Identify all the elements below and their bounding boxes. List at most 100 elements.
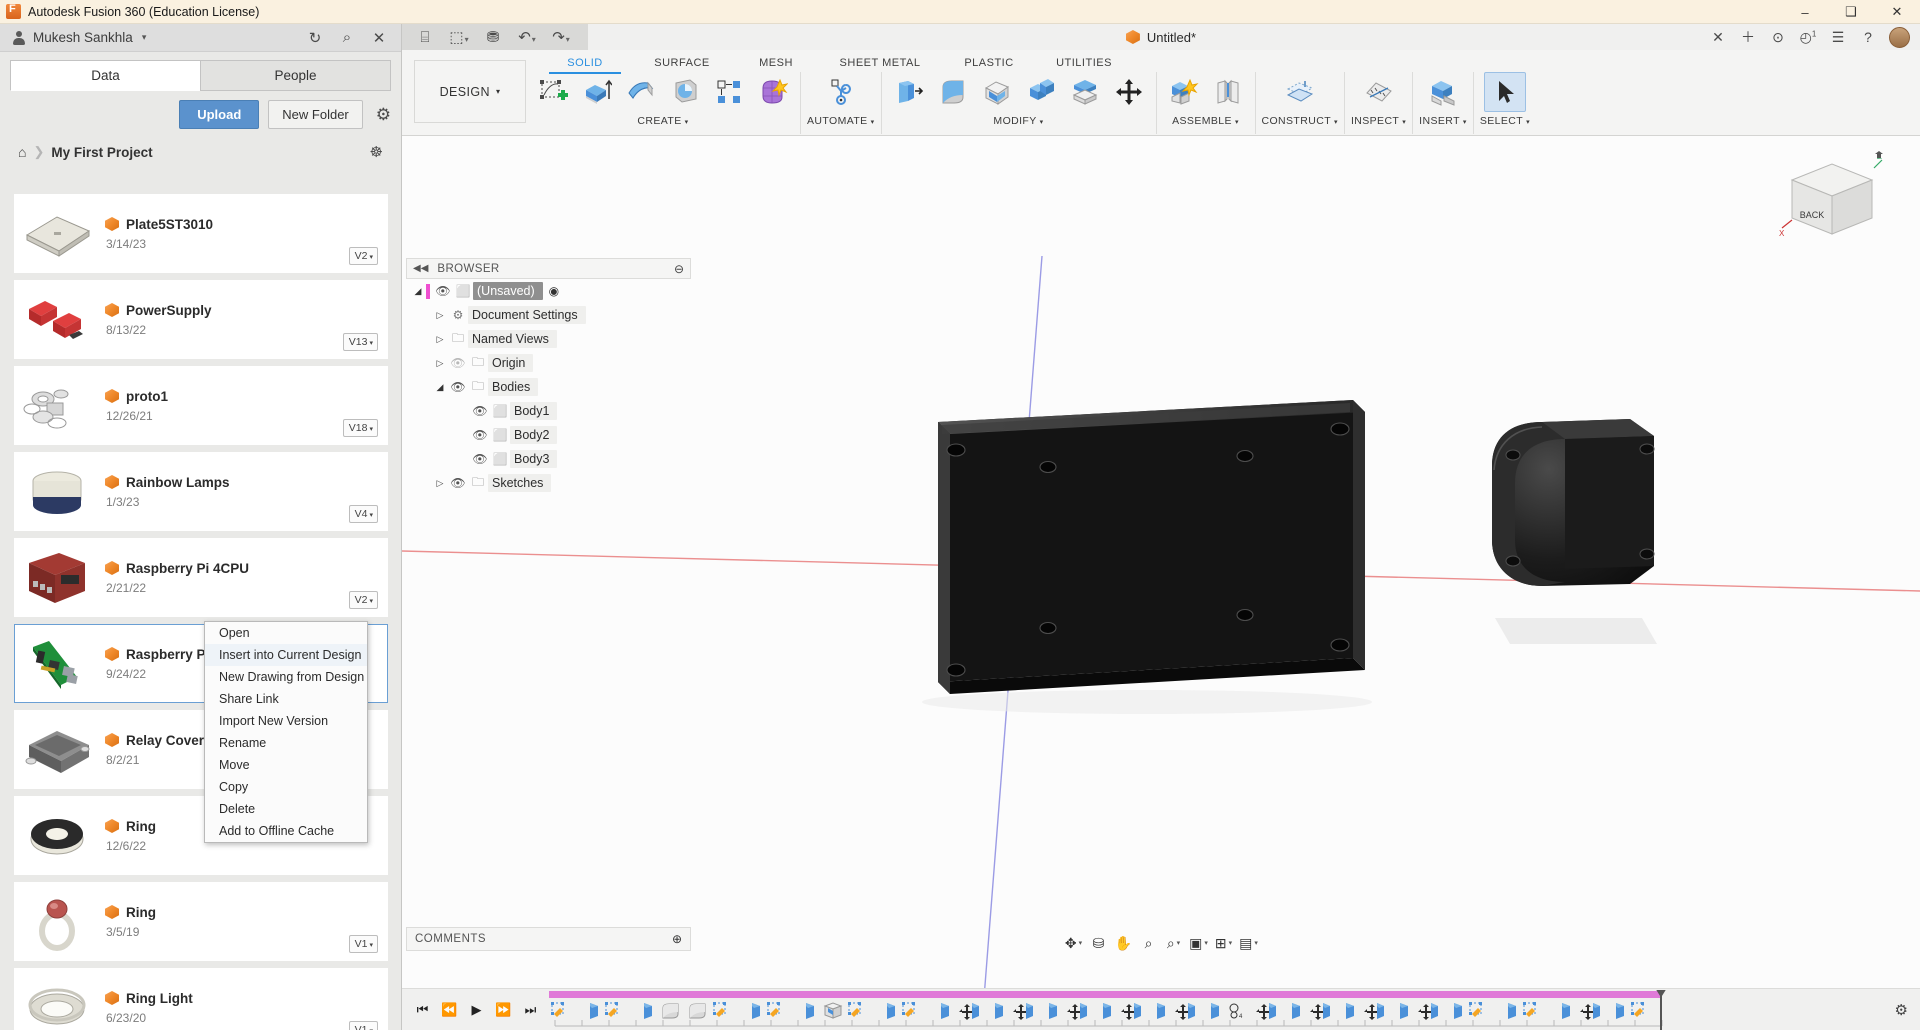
- orbit-icon[interactable]: ✥▾: [1062, 930, 1086, 956]
- timeline-settings-icon[interactable]: ⚙: [1891, 1001, 1912, 1019]
- context-menu-item[interactable]: Open: [205, 622, 367, 644]
- browser-node[interactable]: ▷👁🗀Sketches: [406, 471, 691, 495]
- browser-node-label[interactable]: Bodies: [488, 378, 538, 396]
- context-menu-item[interactable]: Copy: [205, 776, 367, 798]
- eye-icon[interactable]: 👁: [448, 476, 468, 490]
- minimize-button[interactable]: –: [1782, 0, 1828, 24]
- sweep-icon[interactable]: [664, 72, 706, 112]
- workspace-tab-utilities[interactable]: UTILITIES: [1034, 53, 1134, 71]
- look-at-icon[interactable]: ⛁: [1087, 930, 1111, 956]
- view-cube[interactable]: BACK X Z: [1774, 150, 1886, 250]
- expand-arrow-icon[interactable]: ▷: [432, 478, 448, 489]
- close-panel-icon[interactable]: ✕: [363, 29, 395, 47]
- eye-icon[interactable]: 👁: [470, 428, 490, 442]
- file-context-menu[interactable]: OpenInsert into Current DesignNew Drawin…: [204, 621, 368, 843]
- browser-node-label[interactable]: Origin: [488, 354, 533, 372]
- browser-node[interactable]: ▷⚙Document Settings: [406, 303, 691, 327]
- context-menu-item[interactable]: Move: [205, 754, 367, 776]
- form-icon[interactable]: [752, 72, 794, 112]
- offset-plane-icon[interactable]: [1279, 72, 1321, 112]
- browser-node[interactable]: ▷🗀Named Views: [406, 327, 691, 351]
- undo-icon[interactable]: ↶▾: [510, 28, 544, 46]
- pan-icon[interactable]: ✋: [1112, 930, 1136, 956]
- browser-node[interactable]: 👁⬜Body2: [406, 423, 691, 447]
- tab-people[interactable]: People: [200, 60, 391, 91]
- browser-node-label[interactable]: Body1: [510, 402, 557, 420]
- eye-icon[interactable]: 👁: [470, 404, 490, 418]
- notification-icon[interactable]: ⊙: [1764, 29, 1792, 46]
- ribbon-group-label[interactable]: INSERT▾: [1419, 115, 1467, 127]
- timeline-prev-button[interactable]: ⏪: [437, 995, 462, 1025]
- ribbon-group-label[interactable]: SELECT▾: [1480, 115, 1530, 127]
- browser-node-label[interactable]: Sketches: [488, 474, 551, 492]
- automate-icon[interactable]: [820, 72, 862, 112]
- browser-node-label[interactable]: Named Views: [468, 330, 557, 348]
- eye-icon[interactable]: 👁: [470, 452, 490, 466]
- file-list-item[interactable]: proto1 12/26/21 V18▾: [14, 366, 388, 445]
- timeline-play-button[interactable]: ▶: [464, 995, 489, 1025]
- workspace-tab-mesh[interactable]: MESH: [736, 53, 816, 71]
- browser-node[interactable]: 👁⬜Body3: [406, 447, 691, 471]
- display-settings-icon[interactable]: ▣▾: [1187, 930, 1211, 956]
- 3d-viewport[interactable]: ◀◀ BROWSER ⊖ ◢👁⬜(Unsaved)◉▷⚙Document Set…: [402, 136, 1920, 998]
- version-badge[interactable]: V4▾: [349, 505, 378, 523]
- redo-icon[interactable]: ↷▾: [544, 28, 578, 46]
- file-list-item[interactable]: Rainbow Lamps 1/3/23 V4▾: [14, 452, 388, 531]
- shell-icon[interactable]: [976, 72, 1018, 112]
- fillet-icon[interactable]: [932, 72, 974, 112]
- eye-icon[interactable]: 👁: [433, 284, 453, 298]
- expand-arrow-icon[interactable]: ▷: [432, 310, 448, 321]
- context-menu-item[interactable]: Add to Offline Cache: [205, 820, 367, 842]
- refresh-icon[interactable]: ↻: [299, 29, 331, 47]
- hidden-eye-icon[interactable]: 👁: [448, 356, 468, 370]
- timeline-marker[interactable]: [1660, 990, 1662, 1030]
- save-icon[interactable]: ⛃: [476, 28, 510, 46]
- browser-options-icon[interactable]: ⊖: [674, 262, 684, 276]
- version-badge[interactable]: V1▾: [349, 1021, 378, 1030]
- viewports-icon[interactable]: ▤▾: [1237, 930, 1261, 956]
- browser-node[interactable]: 👁⬜Body1: [406, 399, 691, 423]
- file-list-item[interactable]: Ring Light 6/23/20 V1▾: [14, 968, 388, 1030]
- comments-panel[interactable]: COMMENTS ⊕: [406, 927, 691, 951]
- close-button[interactable]: ✕: [1874, 0, 1920, 24]
- timeline-strip[interactable]: 4: [549, 990, 1891, 1030]
- file-list[interactable]: Plate5ST3010 3/14/23 V2▾ PowerSupply 8/1…: [0, 194, 402, 1030]
- workspace-tab-solid[interactable]: SOLID: [542, 53, 628, 71]
- timeline-first-button[interactable]: ⏮: [410, 995, 435, 1025]
- grid-apps-icon[interactable]: ⌸: [408, 29, 442, 46]
- version-badge[interactable]: V13▾: [343, 333, 378, 351]
- joint-icon[interactable]: [1207, 72, 1249, 112]
- zoom-icon[interactable]: ⌕: [1137, 930, 1161, 956]
- browser-node-label[interactable]: (Unsaved): [473, 282, 543, 300]
- chevron-down-icon[interactable]: ▾: [142, 32, 147, 43]
- file-list-item[interactable]: Ring 3/5/19 V1▾: [14, 882, 388, 961]
- design-workspace-switcher[interactable]: DESIGN ▾: [414, 60, 526, 123]
- new-component-icon[interactable]: [1163, 72, 1205, 112]
- context-menu-item[interactable]: Share Link: [205, 688, 367, 710]
- file-list-item[interactable]: Plate5ST3010 3/14/23 V2▾: [14, 194, 388, 273]
- file-list-item[interactable]: Raspberry Pi 4CPU 2/21/22 V2▾: [14, 538, 388, 617]
- browser-node[interactable]: ◢👁⬜(Unsaved)◉: [406, 279, 691, 303]
- add-comment-icon[interactable]: ⊕: [672, 932, 682, 946]
- collapse-browser-icon[interactable]: ◀◀: [413, 263, 428, 274]
- ribbon-group-label[interactable]: INSPECT▾: [1351, 115, 1406, 127]
- browser-node-label[interactable]: Document Settings: [468, 306, 586, 324]
- gear-icon[interactable]: ⚙: [376, 105, 391, 125]
- eye-icon[interactable]: 👁: [448, 380, 468, 394]
- document-tab-untitled[interactable]: Untitled*: [1108, 26, 1214, 49]
- file-list-item[interactable]: PowerSupply 8/13/22 V13▾: [14, 280, 388, 359]
- version-badge[interactable]: V2▾: [349, 591, 378, 609]
- workspace-tab-sheet-metal[interactable]: SHEET METAL: [816, 53, 944, 71]
- browser-node-label[interactable]: Body3: [510, 450, 557, 468]
- browser-node[interactable]: ▷👁🗀Origin: [406, 351, 691, 375]
- new-document-tab-icon[interactable]: ＋: [1734, 27, 1762, 47]
- browser-node-label[interactable]: Body2: [510, 426, 557, 444]
- upload-button[interactable]: Upload: [179, 100, 259, 129]
- measure-icon[interactable]: [1358, 72, 1400, 112]
- context-menu-item[interactable]: Rename: [205, 732, 367, 754]
- context-menu-item[interactable]: Insert into Current Design: [205, 644, 367, 666]
- press-pull-icon[interactable]: [888, 72, 930, 112]
- activate-component-radio[interactable]: ◉: [549, 284, 559, 298]
- pattern-icon[interactable]: [708, 72, 750, 112]
- ribbon-group-label[interactable]: MODIFY▾: [993, 115, 1043, 127]
